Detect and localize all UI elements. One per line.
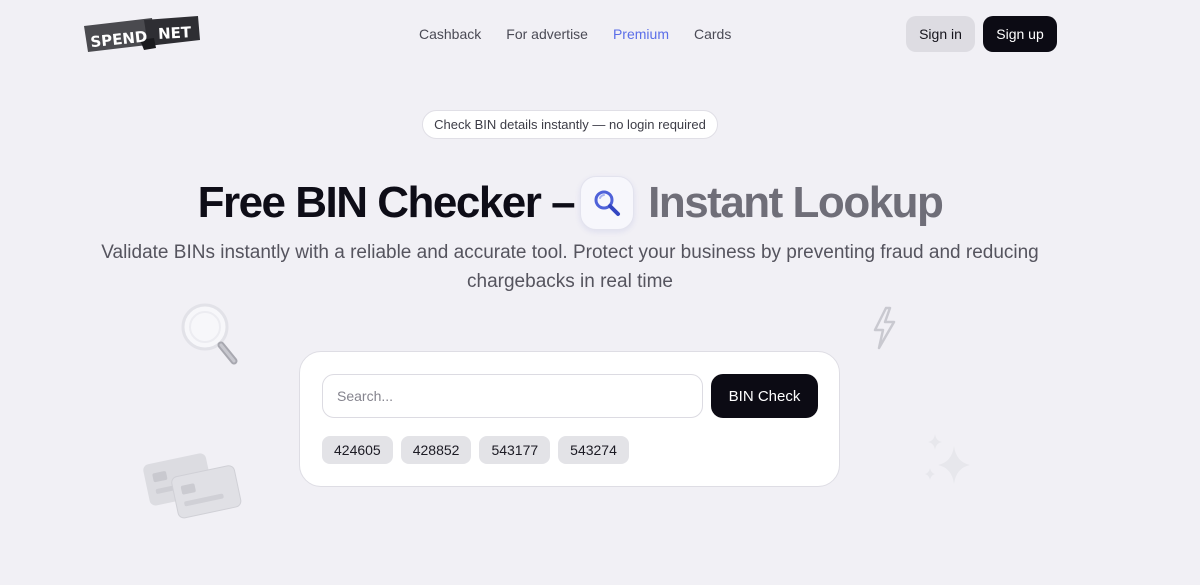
magnifier-icon — [580, 176, 635, 230]
example-bin-chip[interactable]: 428852 — [400, 436, 472, 464]
sparkles-icon — [920, 432, 984, 497]
lightning-icon — [870, 306, 898, 355]
spendnet-logo[interactable]: SPEND NET — [82, 14, 202, 56]
sign-in-button[interactable]: Sign in — [906, 16, 975, 52]
nav-link-cashback[interactable]: Cashback — [419, 26, 481, 42]
bin-check-button[interactable]: BIN Check — [711, 374, 818, 418]
nav-link-premium[interactable]: Premium — [613, 26, 669, 42]
example-bin-chip[interactable]: 543274 — [558, 436, 629, 464]
title-primary: Free BIN Checker – — [197, 178, 576, 227]
page-title: Free BIN Checker – Instant Lookup — [0, 176, 1140, 230]
sign-up-button[interactable]: Sign up — [983, 16, 1057, 52]
example-bin-chip[interactable]: 424605 — [322, 436, 393, 464]
bin-search-card: BIN Check 424605 428852 543177 543274 — [299, 351, 840, 487]
credit-cards-icon — [140, 440, 246, 525]
example-bin-chip[interactable]: 543177 — [479, 436, 551, 464]
nav-link-for-advertise[interactable]: For advertise — [506, 26, 588, 42]
main-nav: Cashback For advertise Premium Cards — [419, 26, 731, 42]
logo-text-net: NET — [158, 23, 193, 43]
example-bins: 424605 428852 543177 543274 — [322, 436, 629, 464]
hero-subtitle: Validate BINs instantly with a reliable … — [101, 242, 1039, 292]
bin-search-input[interactable] — [322, 374, 703, 418]
magnifier-decor-icon — [178, 300, 242, 375]
info-pill: Check BIN details instantly — no login r… — [422, 110, 718, 139]
title-secondary: Instant Lookup — [648, 178, 944, 227]
nav-link-cards[interactable]: Cards — [694, 26, 731, 42]
auth-buttons: Sign in Sign up — [906, 16, 1057, 52]
